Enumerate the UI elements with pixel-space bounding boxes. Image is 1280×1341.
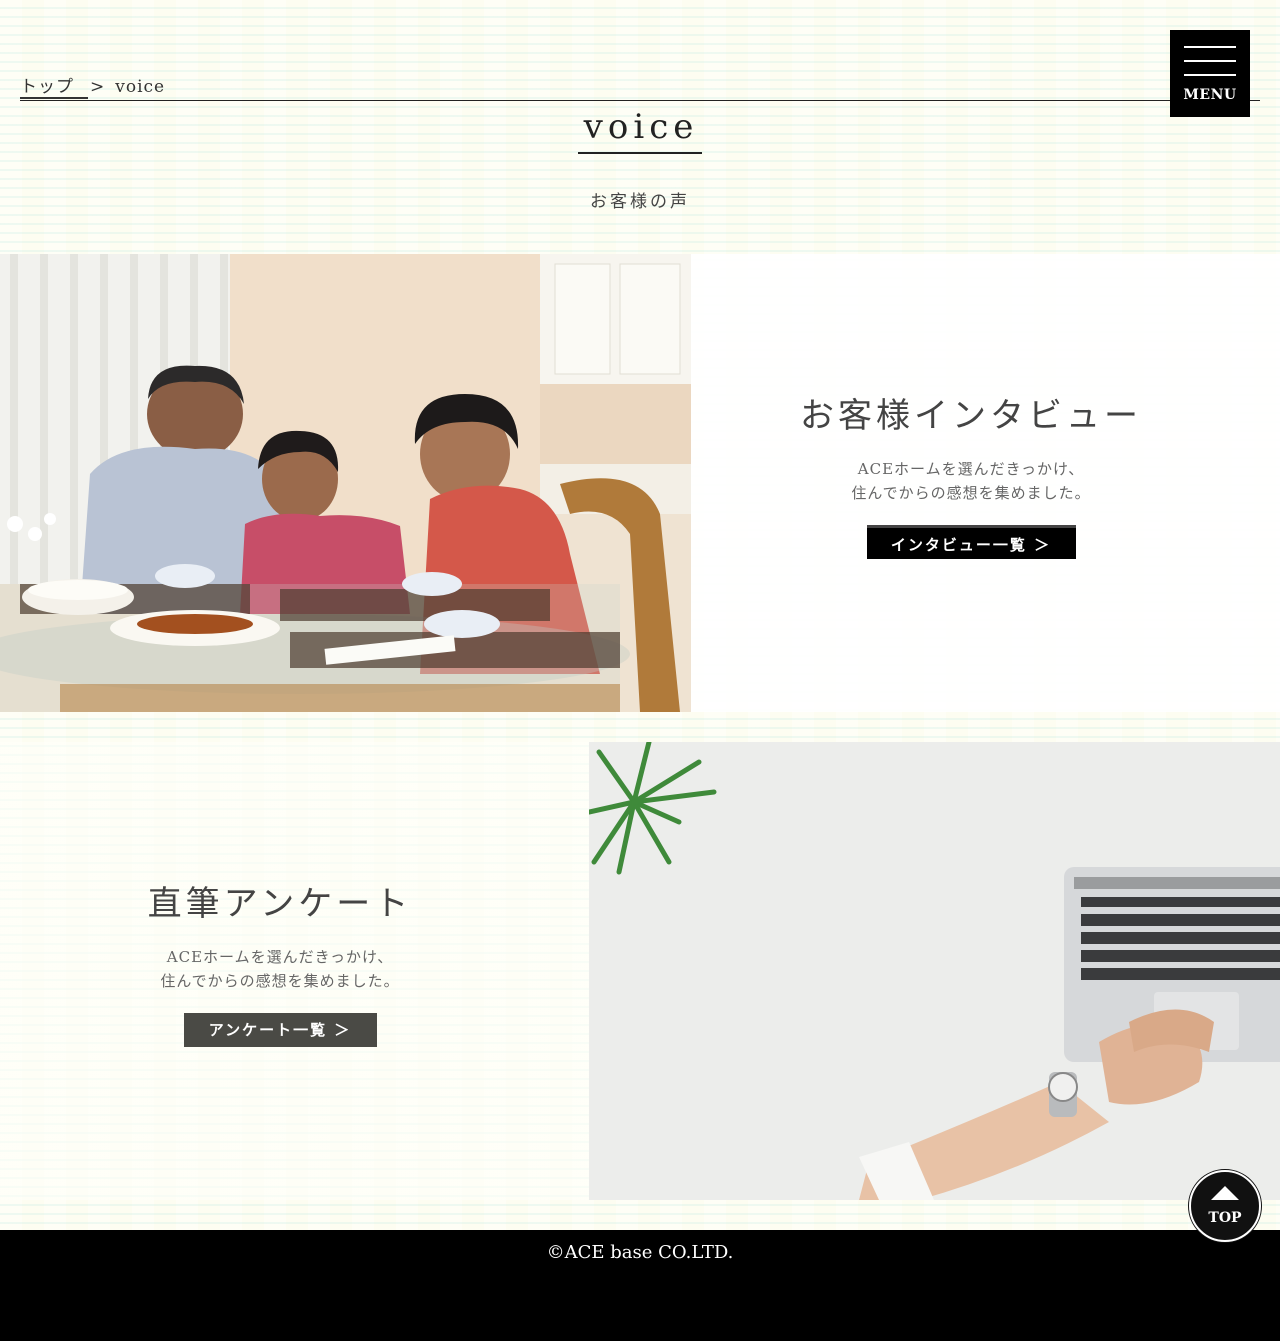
questionnaire-description-line2: 住んでからの感想を集めました。 xyxy=(160,972,400,990)
footer: ©ACE base CO.LTD. xyxy=(0,1230,1280,1341)
interview-description-line2: 住んでからの感想を集めました。 xyxy=(851,484,1091,502)
interview-heading: お客様インタビュー xyxy=(800,396,1142,436)
menu-label: MENU xyxy=(1183,87,1237,103)
footer-copyright: ©ACE base CO.LTD. xyxy=(546,1242,734,1263)
breadcrumb-home-link[interactable]: トップ xyxy=(20,77,88,99)
interview-list-button[interactable]: インタビュー一覧 ＞ xyxy=(866,525,1076,559)
arrow-up-icon xyxy=(1211,1186,1239,1200)
breadcrumb-current: voice xyxy=(115,77,166,97)
questionnaire-heading: 直筆アンケート xyxy=(147,884,413,924)
questionnaire-description: ACEホームを選んだきっかけ、 住んでからの感想を集めました。 xyxy=(0,945,560,993)
page-subtitle: お客様の声 xyxy=(590,192,690,212)
back-to-top-button[interactable]: TOP xyxy=(1189,1170,1261,1242)
menu-button[interactable]: MENU xyxy=(1170,30,1250,117)
breadcrumb: トップ > voice xyxy=(20,72,166,99)
page-title: voice xyxy=(0,106,1280,154)
laptop-desk-photo xyxy=(589,742,1280,1200)
header-divider xyxy=(20,100,1260,101)
interview-text-block: お客様インタビュー ACEホームを選んだきっかけ、 住んでからの感想を集めました。… xyxy=(691,388,1251,559)
interview-description: ACEホームを選んだきっかけ、 住んでからの感想を集めました。 xyxy=(691,457,1251,505)
interview-description-line1: ACEホームを選んだきっかけ、 xyxy=(857,460,1085,478)
breadcrumb-separator: > xyxy=(90,77,106,97)
questionnaire-description-line1: ACEホームを選んだきっかけ、 xyxy=(166,948,394,966)
questionnaire-text-block: 直筆アンケート ACEホームを選んだきっかけ、 住んでからの感想を集めました。 ア… xyxy=(0,876,560,1047)
page-title-text: voice xyxy=(577,106,703,154)
questionnaire-list-button[interactable]: アンケート一覧 ＞ xyxy=(183,1013,377,1047)
back-to-top-label: TOP xyxy=(1208,1210,1242,1226)
family-dining-photo xyxy=(0,254,691,712)
hamburger-icon xyxy=(1184,46,1236,88)
